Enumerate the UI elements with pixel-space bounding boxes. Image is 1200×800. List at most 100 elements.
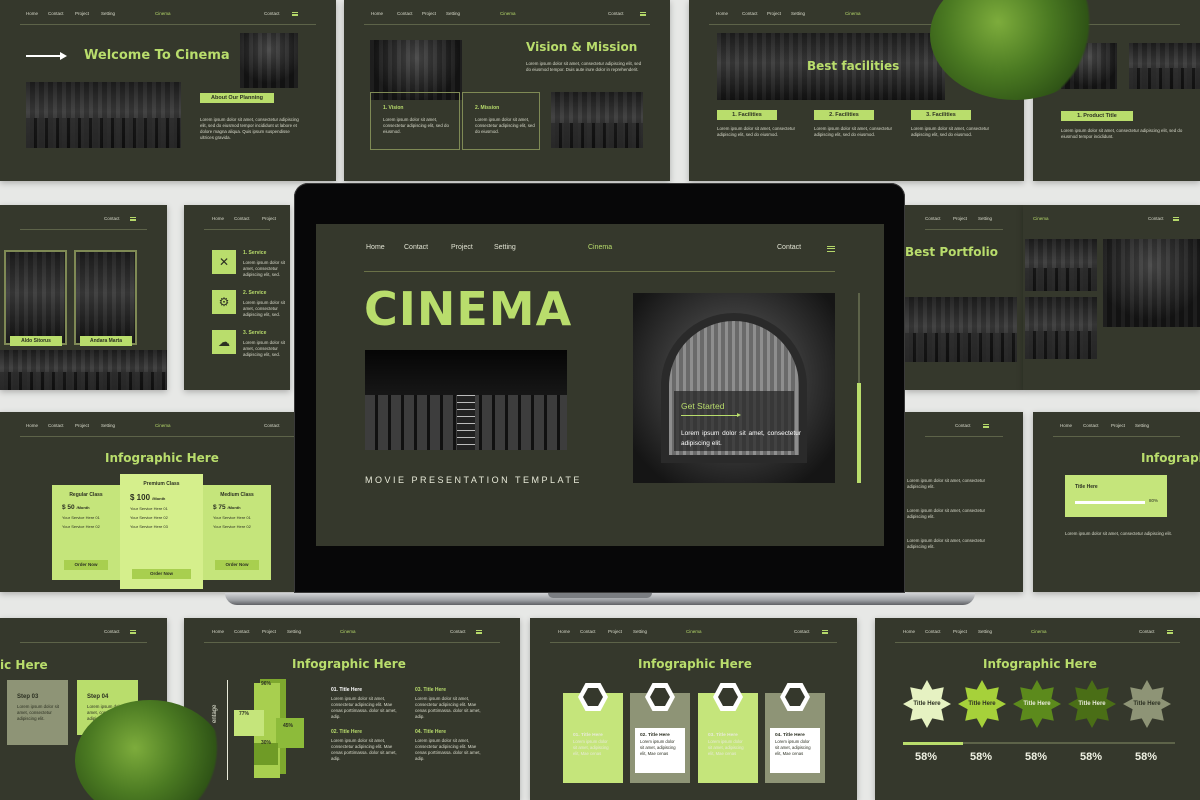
nav-contact[interactable]: Contact bbox=[48, 11, 64, 16]
plan-item: Your Service Here 02 bbox=[62, 524, 100, 529]
arrow-icon bbox=[26, 55, 62, 57]
card-text: Lorem ipsum dolor sit amet, adipiscing e… bbox=[708, 739, 744, 756]
nav-home[interactable]: Home bbox=[26, 423, 38, 428]
service-icon-3: ☁ bbox=[212, 330, 236, 354]
nav-contact-right[interactable]: Contact bbox=[955, 423, 971, 428]
nav-home[interactable]: Home bbox=[26, 11, 38, 16]
nav-contact[interactable]: Contact bbox=[1083, 423, 1099, 428]
vision-box: 1. Vision Lorem ipsum dolor sit amet, co… bbox=[370, 92, 460, 150]
nav-project[interactable]: Project bbox=[953, 629, 967, 634]
nav-setting[interactable]: Setting bbox=[494, 244, 516, 251]
star-label: Title Here bbox=[1133, 700, 1161, 707]
paragraph: Lorem ipsum dolor sit amet, consectetur … bbox=[526, 61, 642, 72]
nav-contact[interactable]: Contact bbox=[404, 244, 428, 251]
nav-contact-right[interactable]: Contact bbox=[794, 629, 810, 634]
slide-nav: Home Contact Project Setting bbox=[1033, 423, 1200, 437]
progress-fill bbox=[903, 742, 963, 745]
menu-icon[interactable] bbox=[640, 12, 646, 16]
nav-contact[interactable]: Contact bbox=[48, 423, 64, 428]
slide-team: Contact Aldo Sitorus Andara Marta bbox=[0, 205, 167, 390]
slide-nav: Contact bbox=[0, 216, 167, 230]
nav-setting[interactable]: Setting bbox=[978, 216, 992, 221]
menu-icon[interactable] bbox=[983, 424, 989, 428]
menu-icon[interactable] bbox=[827, 246, 835, 252]
nav-setting[interactable]: Setting bbox=[633, 629, 647, 634]
facility-text-1: Lorem ipsum dolor sit amet, consectetur … bbox=[717, 126, 796, 137]
nav-contact[interactable]: Contact bbox=[397, 11, 413, 16]
menu-icon[interactable] bbox=[822, 630, 828, 634]
nav-project[interactable]: Project bbox=[1111, 423, 1125, 428]
nav-project[interactable]: Project bbox=[451, 244, 473, 251]
nav-contact-right[interactable]: Contact bbox=[104, 629, 120, 634]
nav-contact[interactable]: Contact bbox=[742, 11, 758, 16]
star-percent-5: 58% bbox=[1135, 751, 1158, 763]
slide-vision: Home Contact Project Setting Cinema Cont… bbox=[344, 0, 670, 181]
nav-contact[interactable]: Contact bbox=[925, 216, 941, 221]
nav-home[interactable]: Home bbox=[371, 11, 383, 16]
nav-contact[interactable]: Contact bbox=[234, 629, 250, 634]
step-3-label: Step 03 bbox=[17, 694, 39, 700]
card-text: Lorem ipsum dolor sit amet, adipiscing e… bbox=[775, 739, 811, 756]
menu-icon[interactable] bbox=[1173, 217, 1179, 221]
nav-contact-right[interactable]: Contact bbox=[264, 423, 280, 428]
slide-nav: Home Contact Project Setting Cinema Cont… bbox=[184, 629, 520, 643]
nav-contact-right[interactable]: Contact bbox=[777, 244, 801, 251]
order-now-button[interactable]: Order Now bbox=[215, 560, 259, 570]
nav-project[interactable]: Project bbox=[262, 629, 276, 634]
get-started-link[interactable]: Get Started bbox=[681, 401, 724, 411]
nav-contact[interactable]: Contact bbox=[580, 629, 596, 634]
menu-icon[interactable] bbox=[292, 12, 298, 16]
nav-home[interactable]: Home bbox=[558, 629, 570, 634]
nav-home[interactable]: Home bbox=[903, 629, 915, 634]
nav-contact-right[interactable]: Contact bbox=[1139, 629, 1155, 634]
slide-title: Infographic bbox=[1141, 451, 1200, 465]
slide-title: Welcome To Cinema bbox=[84, 48, 230, 63]
nav-project[interactable]: Project bbox=[608, 629, 622, 634]
nav-contact-right[interactable]: Contact bbox=[264, 11, 280, 16]
service-title-1: 1. Service bbox=[243, 250, 267, 256]
template-showcase: Home Contact Project Setting Cinema Cont… bbox=[0, 0, 1200, 800]
nav-project[interactable]: Project bbox=[75, 423, 89, 428]
menu-icon[interactable] bbox=[130, 217, 136, 221]
nav-home[interactable]: Home bbox=[212, 216, 224, 221]
step-3-text: Lorem ipsum dolor sit amet, consectetur … bbox=[17, 704, 59, 721]
nav-setting[interactable]: Setting bbox=[101, 423, 115, 428]
nav-home[interactable]: Home bbox=[716, 11, 728, 16]
nav-contact[interactable]: Contact bbox=[925, 629, 941, 634]
nav-contact-right[interactable]: Contact bbox=[1148, 216, 1164, 221]
nav-home[interactable]: Home bbox=[1060, 423, 1072, 428]
nav-setting[interactable]: Setting bbox=[978, 629, 992, 634]
nav-contact-right[interactable]: Contact bbox=[104, 216, 120, 221]
nav-home[interactable]: Home bbox=[212, 629, 224, 634]
nav-contact-right[interactable]: Contact bbox=[450, 629, 466, 634]
star-label: Title Here bbox=[968, 700, 996, 707]
order-now-button[interactable]: Order Now bbox=[132, 569, 191, 579]
nav-setting[interactable]: Setting bbox=[101, 11, 115, 16]
nav-project[interactable]: Project bbox=[422, 11, 436, 16]
percent-label-1: 96% bbox=[261, 681, 272, 687]
menu-icon[interactable] bbox=[476, 630, 482, 634]
member-photo-2 bbox=[74, 250, 137, 345]
nav-setting[interactable]: Setting bbox=[791, 11, 805, 16]
menu-icon[interactable] bbox=[130, 630, 136, 634]
progress-value: 80% bbox=[1149, 498, 1159, 503]
star-percent-1: 58% bbox=[915, 751, 938, 763]
nav-contact-right[interactable]: Contact bbox=[608, 11, 624, 16]
nav-setting[interactable]: Setting bbox=[446, 11, 460, 16]
plan-card-regular: Regular Class $ 50 /Month Your Service H… bbox=[52, 485, 120, 580]
nav-home[interactable]: Home bbox=[366, 244, 385, 251]
slide-welcome: Home Contact Project Setting Cinema Cont… bbox=[0, 0, 336, 181]
order-now-button[interactable]: Order Now bbox=[64, 560, 108, 570]
nav-setting[interactable]: Setting bbox=[287, 629, 301, 634]
nav-project[interactable]: Project bbox=[767, 11, 781, 16]
plan-name: Medium Class bbox=[220, 492, 254, 498]
service-icon-2: ⚙ bbox=[212, 290, 236, 314]
scroll-thumb[interactable] bbox=[857, 383, 861, 483]
nav-project[interactable]: Project bbox=[262, 216, 276, 221]
nav-project[interactable]: Project bbox=[75, 11, 89, 16]
menu-icon[interactable] bbox=[1167, 630, 1173, 634]
nav-project[interactable]: Project bbox=[953, 216, 967, 221]
nav-setting[interactable]: Setting bbox=[1135, 423, 1149, 428]
nav-contact[interactable]: Contact bbox=[234, 216, 250, 221]
cinema-photo bbox=[26, 82, 181, 148]
